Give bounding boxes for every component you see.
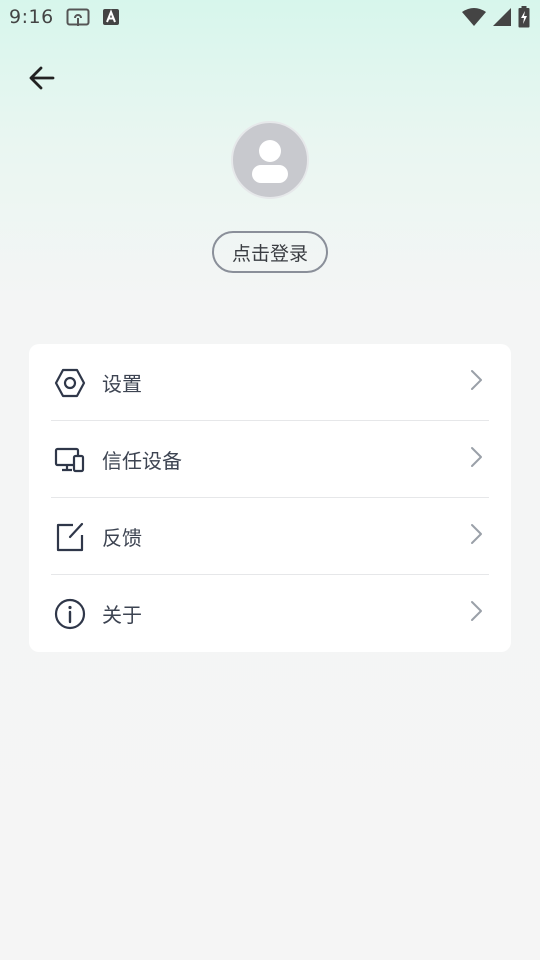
- chevron-right-icon: [467, 599, 487, 623]
- a-badge-icon: [102, 8, 120, 33]
- menu-item-feedback[interactable]: 反馈: [29, 498, 511, 575]
- menu-card: 设置 信任设备 反馈 关于: [29, 344, 511, 652]
- status-left-icons: [66, 8, 120, 33]
- hexagon-settings-icon: [53, 366, 87, 400]
- login-button[interactable]: 点击登录: [212, 231, 328, 273]
- battery-charging-icon: [518, 6, 530, 33]
- wifi-icon: [462, 7, 486, 32]
- menu-item-label: 信任设备: [102, 449, 182, 473]
- info-icon: [53, 597, 87, 631]
- menu-item-settings[interactable]: 设置: [29, 344, 511, 421]
- menu-item-label: 反馈: [102, 526, 142, 550]
- cellular-signal-icon: [492, 7, 512, 32]
- menu-item-label: 关于: [102, 603, 142, 627]
- menu-item-about[interactable]: 关于: [29, 575, 511, 652]
- cast-icon: [66, 8, 90, 33]
- menu-item-trusted-devices[interactable]: 信任设备: [29, 421, 511, 498]
- status-right-icons: [462, 6, 530, 33]
- devices-icon: [53, 443, 87, 477]
- chevron-right-icon: [467, 522, 487, 546]
- avatar[interactable]: [231, 121, 309, 199]
- arrow-left-icon: [29, 66, 55, 90]
- user-avatar-icon: [252, 140, 288, 183]
- edit-feedback-icon: [53, 520, 87, 554]
- menu-item-label: 设置: [102, 372, 142, 396]
- chevron-right-icon: [467, 445, 487, 469]
- chevron-right-icon: [467, 368, 487, 392]
- status-bar: 9:16: [0, 0, 540, 36]
- back-button[interactable]: [24, 60, 60, 96]
- status-time: 9:16: [9, 6, 54, 28]
- login-button-label: 点击登录: [231, 242, 308, 265]
